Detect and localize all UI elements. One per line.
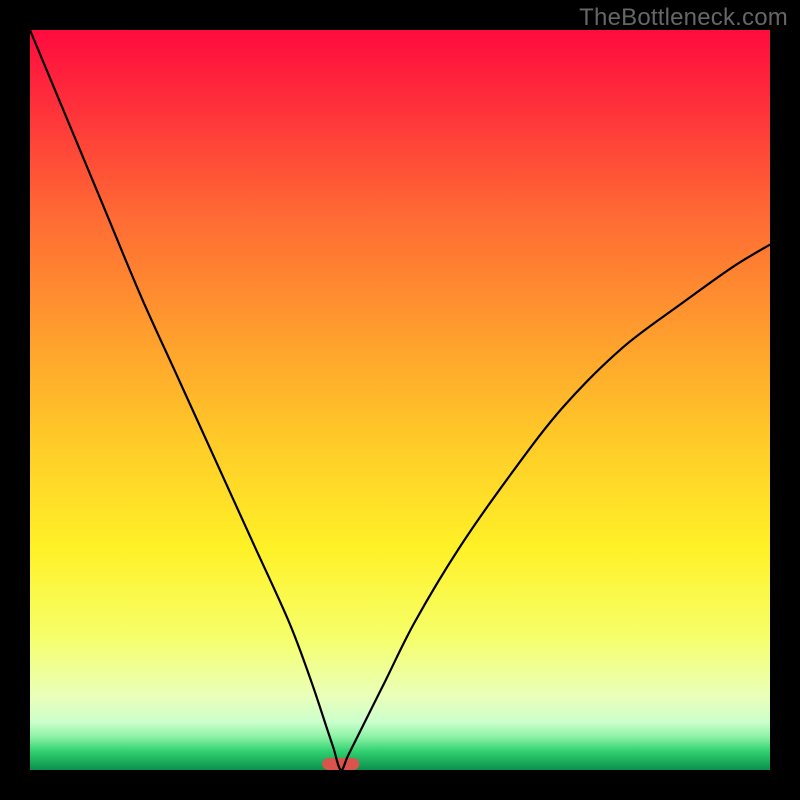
bottleneck-curve-chart	[30, 30, 770, 770]
chart-frame: TheBottleneck.com	[0, 0, 800, 800]
plot-area	[30, 30, 770, 770]
watermark-text: TheBottleneck.com	[579, 4, 788, 32]
minimum-marker	[322, 758, 359, 770]
gradient-background	[30, 30, 770, 770]
